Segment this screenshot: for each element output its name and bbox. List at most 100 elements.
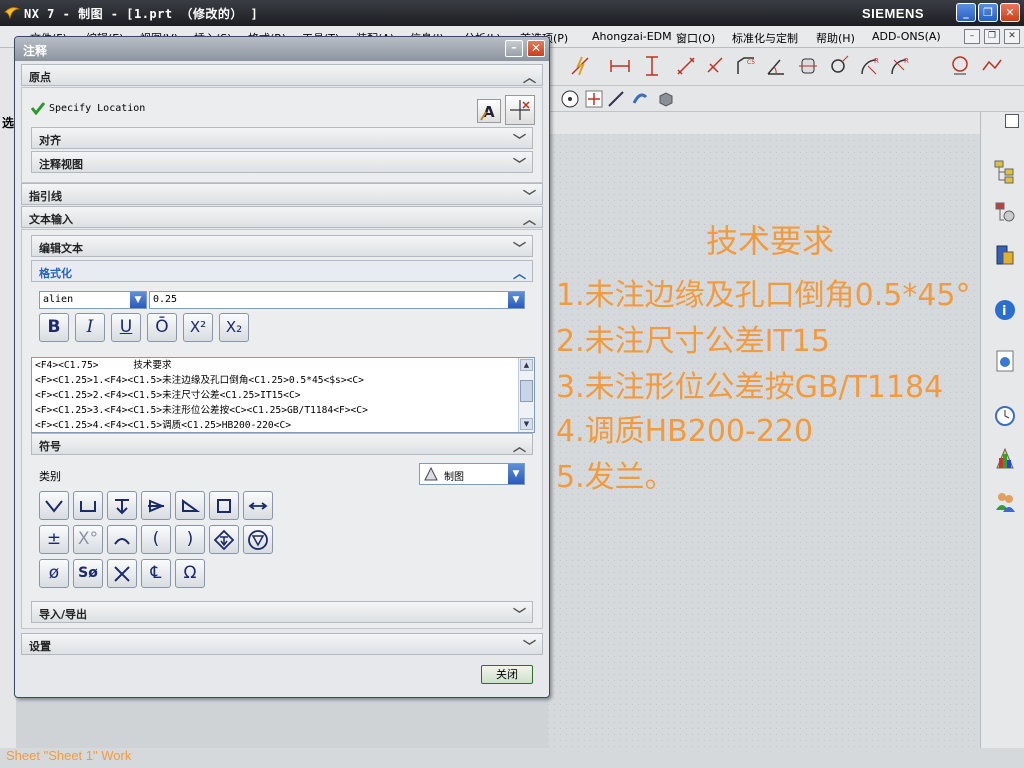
snap-body-icon[interactable] [654,87,678,111]
origin-tool-button[interactable] [505,95,535,125]
ordinate-dimension-icon[interactable] [980,54,1004,78]
arc-symbol-button[interactable] [107,525,137,554]
window-titlebar: NX 7 - 制图 - [1.prt （修改的） ] SIEMENS _ ❐ ✕ [0,0,1024,26]
roles-icon[interactable] [993,488,1017,514]
snap-point-icon[interactable] [582,87,606,111]
snap-line-icon[interactable] [604,87,628,111]
maximize-button[interactable]: ❐ [978,3,998,22]
menu-help[interactable]: 帮助(H) [816,30,855,46]
depth-symbol-button[interactable] [107,491,137,520]
reuse-library-icon[interactable] [993,242,1017,268]
section-import-export[interactable]: 导入/导出 ﹀ [31,601,533,623]
info-web-icon[interactable]: i [993,296,1017,322]
snap-surface-icon[interactable] [628,87,652,111]
countersink-symbol-button[interactable] [39,491,69,520]
section-symbols[interactable]: 符号 ︿ [31,433,533,455]
part-navigator-icon[interactable] [993,200,1017,226]
mdi-minimize-button[interactable]: – [964,29,980,44]
perpendicular-dimension-icon[interactable] [704,54,728,78]
hole-dimension-icon[interactable] [828,54,852,78]
menu-add-ons[interactable]: ADD-ONS(A) [872,30,941,43]
clock-history-icon[interactable] [993,402,1017,428]
font-select[interactable]: alien ▼ [39,291,147,309]
slope-symbol-button[interactable] [175,491,205,520]
menu-window[interactable]: 窗口(O) [676,30,715,46]
radius-dimension-icon[interactable]: R [858,54,882,78]
size-select[interactable]: 0.25 ▼ [149,291,525,309]
category-select[interactable]: 制图 ▼ [419,463,525,485]
vertical-dimension-icon[interactable] [640,54,664,78]
assembly-navigator-icon[interactable] [993,158,1017,184]
centerline-symbol-button[interactable]: ℄ [141,559,171,588]
section-annotation-view[interactable]: 注释视图 ﹀ [31,151,533,173]
annotation-style-button[interactable]: A [477,99,501,123]
spherical-diameter-symbol-button[interactable]: Sø [73,559,103,588]
overline-button[interactable]: Ō [147,313,177,342]
arc-length-icon[interactable] [948,54,972,78]
dialog-minimize-button[interactable]: – [505,40,523,57]
dropdown-arrow-icon[interactable]: ▼ [130,292,146,308]
section-text-input[interactable]: 文本输入 ︿ [21,206,543,228]
resource-bar: i [980,112,1024,752]
plus-minus-symbol-button[interactable]: ± [39,525,69,554]
mdi-close-button[interactable]: ✕ [1004,29,1020,44]
menu-ahongzai-edm[interactable]: Ahongzai-EDM [592,30,672,43]
history-icon[interactable] [993,348,1017,374]
arc-length-symbol-button[interactable] [243,491,273,520]
diameter-symbol-button[interactable]: ø [39,559,69,588]
scroll-thumb[interactable] [520,380,533,402]
subscript-button[interactable]: X₂ [219,313,249,342]
chevron-down-icon: ﹀ [522,190,536,205]
section-import-export-label: 导入/导出 [39,608,88,621]
section-settings-label: 设置 [29,640,51,653]
conical-taper-symbol-button[interactable] [141,491,171,520]
dialog-titlebar[interactable]: 注释 – ✕ [15,37,549,61]
parallel-dimension-icon[interactable] [674,54,698,78]
section-leader[interactable]: 指引线 ﹀ [21,183,543,205]
counterbore-symbol-button[interactable] [73,491,103,520]
mdi-restore-button[interactable]: ❐ [984,29,1000,44]
cylindrical-dimension-icon[interactable] [796,54,820,78]
italic-button[interactable]: I [75,313,105,342]
annotation-text-editor[interactable]: <F4><C1.75> 技术要求 <F><C1.25>1.<F4><C1.5>未… [31,357,535,433]
section-edit-text[interactable]: 编辑文本 ﹀ [31,235,533,257]
cross-symbol-button[interactable] [107,559,137,588]
section-align[interactable]: 对齐 ﹀ [31,127,533,149]
svg-text:i: i [1002,304,1006,319]
degree-symbol-button[interactable]: X° [73,525,103,554]
right-paren-symbol-button[interactable]: ) [175,525,205,554]
dialog-close-button[interactable]: ✕ [527,40,545,57]
dropdown-arrow-icon[interactable]: ▼ [508,464,524,484]
left-paren-symbol-button[interactable]: ( [141,525,171,554]
spherical-target-symbol-button[interactable] [243,525,273,554]
snap-center-icon[interactable] [558,87,582,111]
system-materials-icon[interactable] [993,446,1017,472]
angular-dimension-icon[interactable] [764,54,788,78]
square-symbol-button[interactable] [209,491,239,520]
close-window-button[interactable]: ✕ [1000,3,1020,22]
scroll-down-icon[interactable]: ▼ [520,418,533,430]
size-value: 0.25 [153,294,178,305]
section-settings[interactable]: 设置 ﹀ [21,633,543,655]
section-format[interactable]: 格式化 ︿ [31,260,533,282]
section-origin[interactable]: 原点 ︿ [21,64,543,86]
scroll-up-icon[interactable]: ▲ [520,359,533,371]
chamfer-dimension-icon[interactable]: C5 [734,54,758,78]
superscript-button[interactable]: X² [183,313,213,342]
dropdown-arrow-icon[interactable]: ▼ [508,292,524,308]
menu-standardize[interactable]: 标准化与定制 [732,30,798,46]
horizontal-dimension-icon[interactable] [608,54,632,78]
text-scrollbar[interactable]: ▲ ▼ [518,358,534,432]
status-text: Sheet "Sheet 1" Work [6,748,132,763]
text-line: <F><C1.25>2.<F4><C1.5>未注尺寸公差<C1.25>IT15<… [35,390,301,401]
close-button[interactable]: 关闭 [481,665,533,684]
ohm-symbol-button[interactable]: Ω [175,559,205,588]
radius-to-center-icon[interactable]: R [888,54,912,78]
lightning-dimension-icon[interactable] [568,54,592,78]
category-value: 制图 [444,472,464,483]
bold-button[interactable]: B [39,313,69,342]
underline-button[interactable]: U [111,313,141,342]
minimize-button[interactable]: _ [956,3,976,22]
resource-bar-pin-icon[interactable] [1005,114,1019,128]
datum-target-symbol-button[interactable] [209,525,239,554]
